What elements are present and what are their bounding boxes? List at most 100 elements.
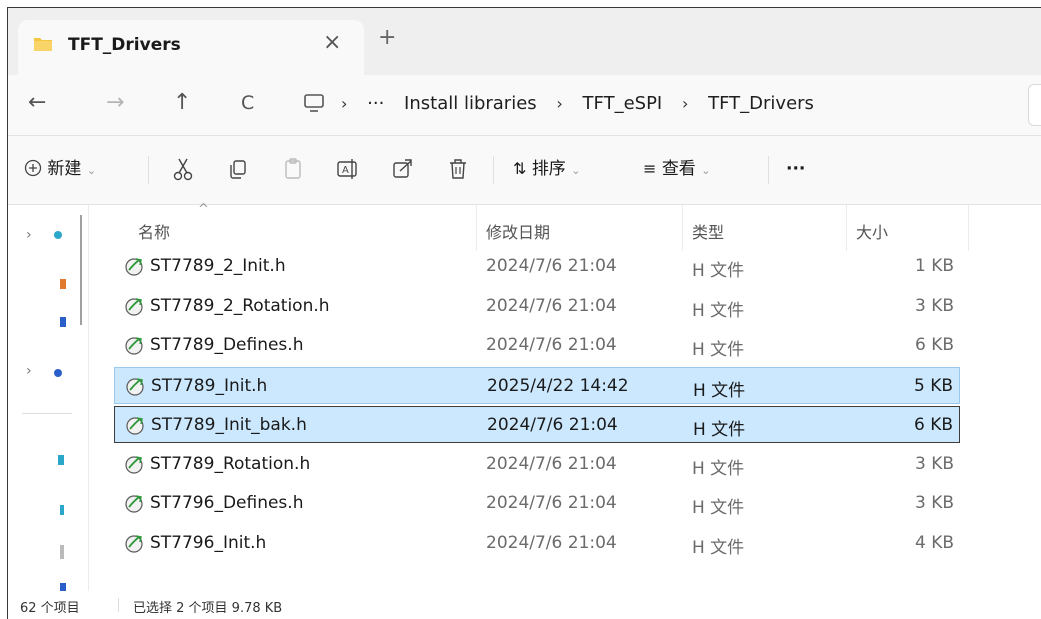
column-divider[interactable] xyxy=(846,205,847,251)
view-label: 查看 xyxy=(661,159,696,179)
sort-label: 排序 xyxy=(531,159,566,179)
rename-icon[interactable]: A xyxy=(335,156,361,182)
file-size: 5 KB xyxy=(913,376,953,396)
nav-item-icon[interactable] xyxy=(58,455,64,465)
file-modified: 2024/7/6 21:04 xyxy=(486,533,617,553)
forward-arrow-icon[interactable]: → xyxy=(106,90,124,116)
file-modified: 2024/7/6 21:04 xyxy=(486,493,617,513)
table-row[interactable]: ST7796_Defines.h 2024/7/6 21:04 H 文件 3 KB xyxy=(114,485,960,522)
file-size: 3 KB xyxy=(914,296,954,316)
nav-item-icon[interactable] xyxy=(54,231,62,239)
sort-icon: ⇅ xyxy=(513,159,527,178)
breadcrumb-install-libraries[interactable]: Install libraries xyxy=(404,93,537,114)
breadcrumb-more[interactable]: ··· xyxy=(367,93,384,114)
nav-item-icon[interactable] xyxy=(60,505,64,515)
file-size: 6 KB xyxy=(913,415,953,435)
copy-icon[interactable] xyxy=(225,156,251,182)
back-arrow-icon[interactable]: ← xyxy=(28,90,46,116)
file-type: H 文件 xyxy=(693,420,746,440)
nav-item-icon[interactable] xyxy=(60,317,66,327)
file-type: H 文件 xyxy=(693,381,746,401)
breadcrumb: › ··· Install libraries › TFT_eSPI › TFT… xyxy=(341,93,828,114)
file-modified: 2024/7/6 21:04 xyxy=(486,454,617,474)
header-file-icon xyxy=(126,378,144,396)
file-explorer-window: TFT_Drivers × + ← → ↑ C › ··· Install li… xyxy=(7,7,1041,619)
file-modified: 2024/7/6 21:04 xyxy=(487,415,618,435)
file-type: H 文件 xyxy=(692,459,745,479)
file-size: 4 KB xyxy=(914,533,954,553)
header-file-icon xyxy=(125,258,143,276)
view-lines-icon: ≡ xyxy=(643,159,657,178)
status-bar: 62 个项目 已选择 2 个项目 9.78 KB xyxy=(8,591,1041,619)
trash-icon[interactable] xyxy=(445,156,471,182)
selection-info: 已选择 2 个项目 9.78 KB xyxy=(133,601,283,616)
divider xyxy=(768,156,769,184)
address-bar[interactable]: › ··· Install libraries › TFT_eSPI › TFT… xyxy=(291,84,1001,124)
view-button[interactable]: ≡ 查看 ⌄ xyxy=(643,158,710,182)
new-tab-button[interactable]: + xyxy=(378,26,396,50)
column-header-name[interactable]: 名称 xyxy=(138,219,170,243)
file-size: 3 KB xyxy=(914,493,954,513)
cut-icon[interactable] xyxy=(170,156,196,182)
header-file-icon xyxy=(125,298,143,316)
sort-ascending-icon: ^ xyxy=(198,202,209,217)
table-row[interactable]: ST7789_Rotation.h 2024/7/6 21:04 H 文件 3 KB xyxy=(114,446,960,483)
file-name: ST7796_Defines.h xyxy=(150,493,304,513)
breadcrumb-separator[interactable]: › xyxy=(341,94,347,113)
paste-icon[interactable] xyxy=(280,156,306,182)
share-icon[interactable] xyxy=(390,156,416,182)
search-box-edge[interactable] xyxy=(1028,84,1041,126)
column-header-size[interactable]: 大小 xyxy=(856,219,888,243)
nav-item-icon[interactable] xyxy=(60,545,64,559)
breadcrumb-separator[interactable]: › xyxy=(682,94,688,113)
file-name: ST7789_Init_bak.h xyxy=(151,415,307,435)
nav-item-icon[interactable] xyxy=(54,369,62,377)
item-count: 62 个项目 xyxy=(20,601,80,616)
close-tab-icon[interactable]: × xyxy=(323,31,341,55)
pane-divider[interactable] xyxy=(88,205,89,591)
up-arrow-icon[interactable]: ↑ xyxy=(173,90,191,116)
table-row[interactable]: ST7789_Defines.h 2024/7/6 21:04 H 文件 6 KB xyxy=(114,327,960,364)
column-divider[interactable] xyxy=(968,205,969,251)
sort-button[interactable]: ⇅ 排序 ⌄ xyxy=(513,158,580,182)
folder-icon xyxy=(34,38,52,51)
file-name: ST7789_2_Init.h xyxy=(150,256,286,276)
nav-item-icon[interactable] xyxy=(60,279,66,289)
more-options-button[interactable]: ··· xyxy=(786,158,805,180)
file-modified: 2025/4/22 14:42 xyxy=(487,376,629,396)
column-divider[interactable] xyxy=(476,205,477,251)
expand-chevron-icon[interactable]: › xyxy=(26,363,32,379)
column-header-modified[interactable]: 修改日期 xyxy=(486,219,550,243)
file-name: ST7789_Init.h xyxy=(151,376,268,396)
file-type: H 文件 xyxy=(692,261,745,281)
tab-tft-drivers[interactable]: TFT_Drivers × xyxy=(18,20,364,76)
table-row[interactable]: ST7789_Init_bak.h 2024/7/6 21:04 H 文件 6 KB xyxy=(114,406,960,443)
divider xyxy=(493,156,494,184)
tab-strip: TFT_Drivers × + xyxy=(8,8,1041,76)
file-name: ST7796_Init.h xyxy=(150,533,267,553)
plus-circle-icon xyxy=(24,159,42,177)
nav-scrollbar[interactable] xyxy=(80,215,82,325)
navigation-pane: › › xyxy=(8,205,89,593)
new-button[interactable]: 新建 ⌄ xyxy=(24,158,96,182)
file-type: H 文件 xyxy=(692,538,745,558)
file-type: H 文件 xyxy=(692,498,745,518)
table-row[interactable]: ST7789_2_Rotation.h 2024/7/6 21:04 H 文件 3 K… xyxy=(114,288,960,325)
chevron-down-icon: ⌄ xyxy=(86,164,97,177)
refresh-icon[interactable]: C xyxy=(241,90,254,116)
file-size: 3 KB xyxy=(914,454,954,474)
expand-chevron-icon[interactable]: › xyxy=(26,227,32,243)
table-row[interactable]: ST7789_2_Init.h 2024/7/6 21:04 H 文件 1 KB xyxy=(114,248,960,285)
header-file-icon xyxy=(125,337,143,355)
file-name: ST7789_2_Rotation.h xyxy=(150,296,330,316)
breadcrumb-separator[interactable]: › xyxy=(556,94,562,113)
table-row[interactable]: ST7789_Init.h 2025/4/22 14:42 H 文件 5 KB xyxy=(114,367,960,404)
file-modified: 2024/7/6 21:04 xyxy=(486,335,617,355)
table-row[interactable]: ST7796_Init.h 2024/7/6 21:04 H 文件 4 KB xyxy=(114,525,960,562)
header-file-icon xyxy=(126,417,144,435)
column-header-type[interactable]: 类型 xyxy=(692,219,724,243)
breadcrumb-tft-drivers[interactable]: TFT_Drivers xyxy=(708,93,814,114)
column-divider[interactable] xyxy=(682,205,683,251)
command-bar: 新建 ⌄ A ⇅ 排序 ⌄ ≡ 查看 ⌄ ··· xyxy=(8,136,1041,205)
breadcrumb-tft-espi[interactable]: TFT_eSPI xyxy=(583,93,663,114)
